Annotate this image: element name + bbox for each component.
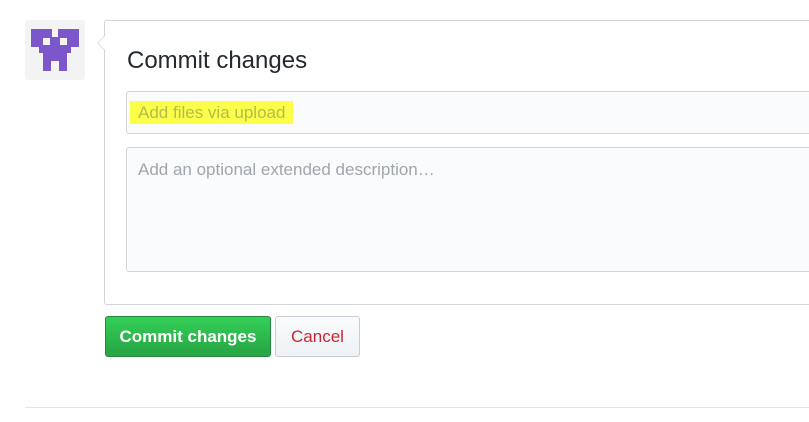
- commit-description-textarea[interactable]: [126, 147, 809, 272]
- commit-summary-field[interactable]: Add files via upload: [126, 91, 809, 134]
- commit-form-title: Commit changes: [127, 47, 308, 74]
- commit-page: Commit changes Add files via upload Comm…: [0, 0, 809, 422]
- commit-form: Commit changes Add files via upload: [97, 20, 809, 305]
- commit-summary-input[interactable]: [128, 93, 808, 132]
- avatar[interactable]: [25, 20, 85, 80]
- cancel-button[interactable]: Cancel: [275, 316, 360, 357]
- identicon-icon: [31, 29, 79, 71]
- commit-changes-button[interactable]: Commit changes: [105, 316, 271, 357]
- divider: [25, 407, 809, 408]
